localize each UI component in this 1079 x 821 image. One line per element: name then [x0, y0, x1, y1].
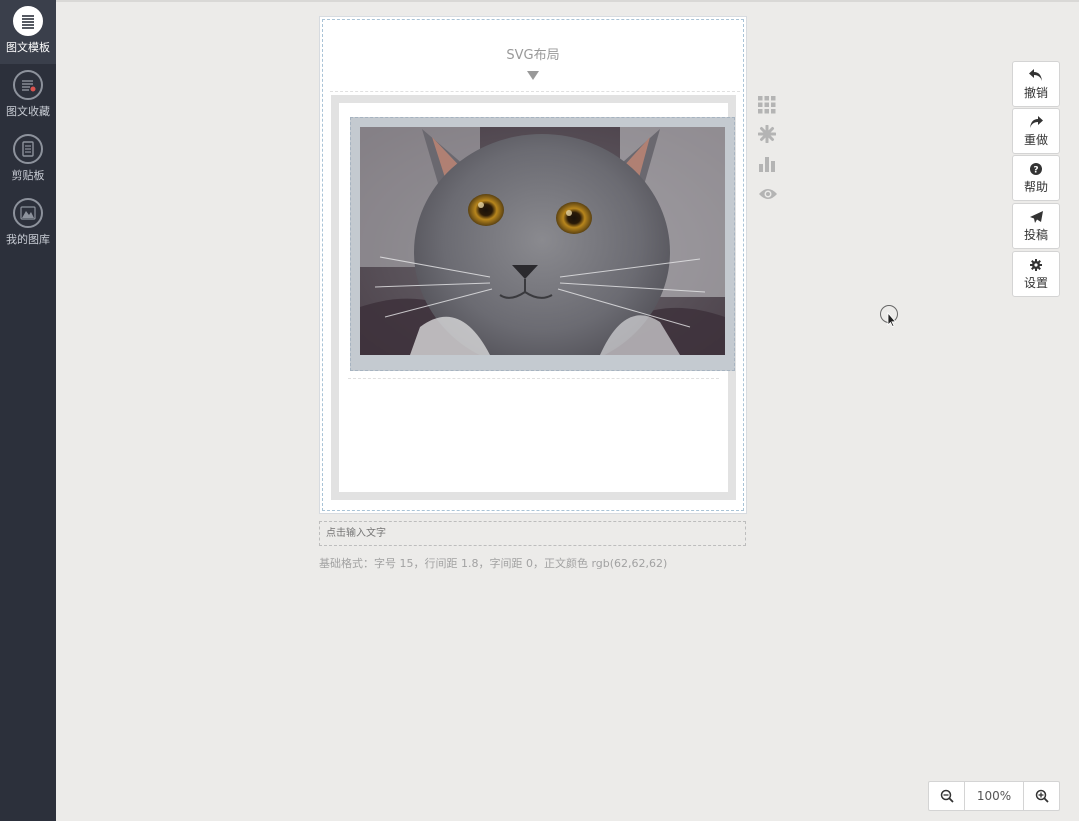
gear-icon [1030, 259, 1042, 271]
text-input[interactable] [319, 521, 746, 546]
top-border [56, 0, 1079, 2]
list-icon [13, 6, 43, 36]
left-sidebar: 图文模板 图文收藏 剪贴板 我的图库 [0, 0, 56, 821]
undo-label: 撤销 [1023, 86, 1048, 100]
divider [330, 91, 740, 92]
settings-button[interactable]: 设置 [1012, 251, 1060, 297]
svg-layout-title: SVG布局 [506, 48, 560, 63]
base-format-info: 基础格式：字号 15，行间距 1.8，字间距 0，正文颜色 rgb(62,62,… [319, 557, 668, 570]
grid-icon[interactable] [758, 96, 776, 114]
sidebar-item-label: 我的图库 [6, 233, 50, 246]
burst-icon[interactable] [757, 124, 777, 144]
sidebar-item-gallery[interactable]: 我的图库 [0, 192, 56, 256]
down-arrow-icon [527, 71, 539, 80]
settings-label: 设置 [1023, 276, 1048, 290]
mouse-cursor-icon [880, 305, 900, 328]
cat-image[interactable] [360, 127, 725, 355]
undo-icon [1029, 69, 1042, 81]
redo-button[interactable]: 重做 [1012, 108, 1060, 154]
send-icon [1029, 211, 1043, 223]
bar-chart-icon[interactable] [758, 155, 776, 173]
zoom-level: 100% [964, 782, 1024, 810]
redo-icon [1030, 116, 1043, 128]
gallery-icon [13, 198, 43, 228]
zoom-out-button[interactable] [929, 782, 964, 810]
sidebar-item-clipboard[interactable]: 剪贴板 [0, 128, 56, 192]
favorite-list-icon [13, 70, 43, 100]
help-button[interactable]: ? 帮助 [1012, 155, 1060, 201]
divider [348, 378, 719, 379]
sidebar-item-label: 剪贴板 [11, 169, 45, 182]
editor-page[interactable]: SVG布局 [319, 16, 747, 514]
redo-label: 重做 [1023, 133, 1048, 147]
submit-button[interactable]: 投稿 [1012, 203, 1060, 249]
svg-frame[interactable] [331, 95, 736, 500]
zoom-control: 100% [928, 781, 1060, 811]
sidebar-item-templates[interactable]: 图文模板 [0, 0, 56, 64]
help-icon: ? [1030, 163, 1042, 175]
undo-button[interactable]: 撤销 [1012, 61, 1060, 107]
image-container[interactable] [350, 117, 735, 371]
sidebar-item-label: 图文模板 [6, 41, 50, 54]
help-label: 帮助 [1023, 180, 1048, 194]
sidebar-item-label: 图文收藏 [6, 105, 50, 118]
submit-label: 投稿 [1023, 228, 1048, 242]
frame-content [339, 103, 735, 492]
sidebar-item-favorites[interactable]: 图文收藏 [0, 64, 56, 128]
svg-text:?: ? [1033, 166, 1038, 176]
clipboard-icon [13, 134, 43, 164]
zoom-out-icon [940, 789, 954, 803]
zoom-in-icon [1035, 789, 1049, 803]
eye-icon[interactable] [758, 186, 777, 204]
zoom-in-button[interactable] [1024, 782, 1059, 810]
